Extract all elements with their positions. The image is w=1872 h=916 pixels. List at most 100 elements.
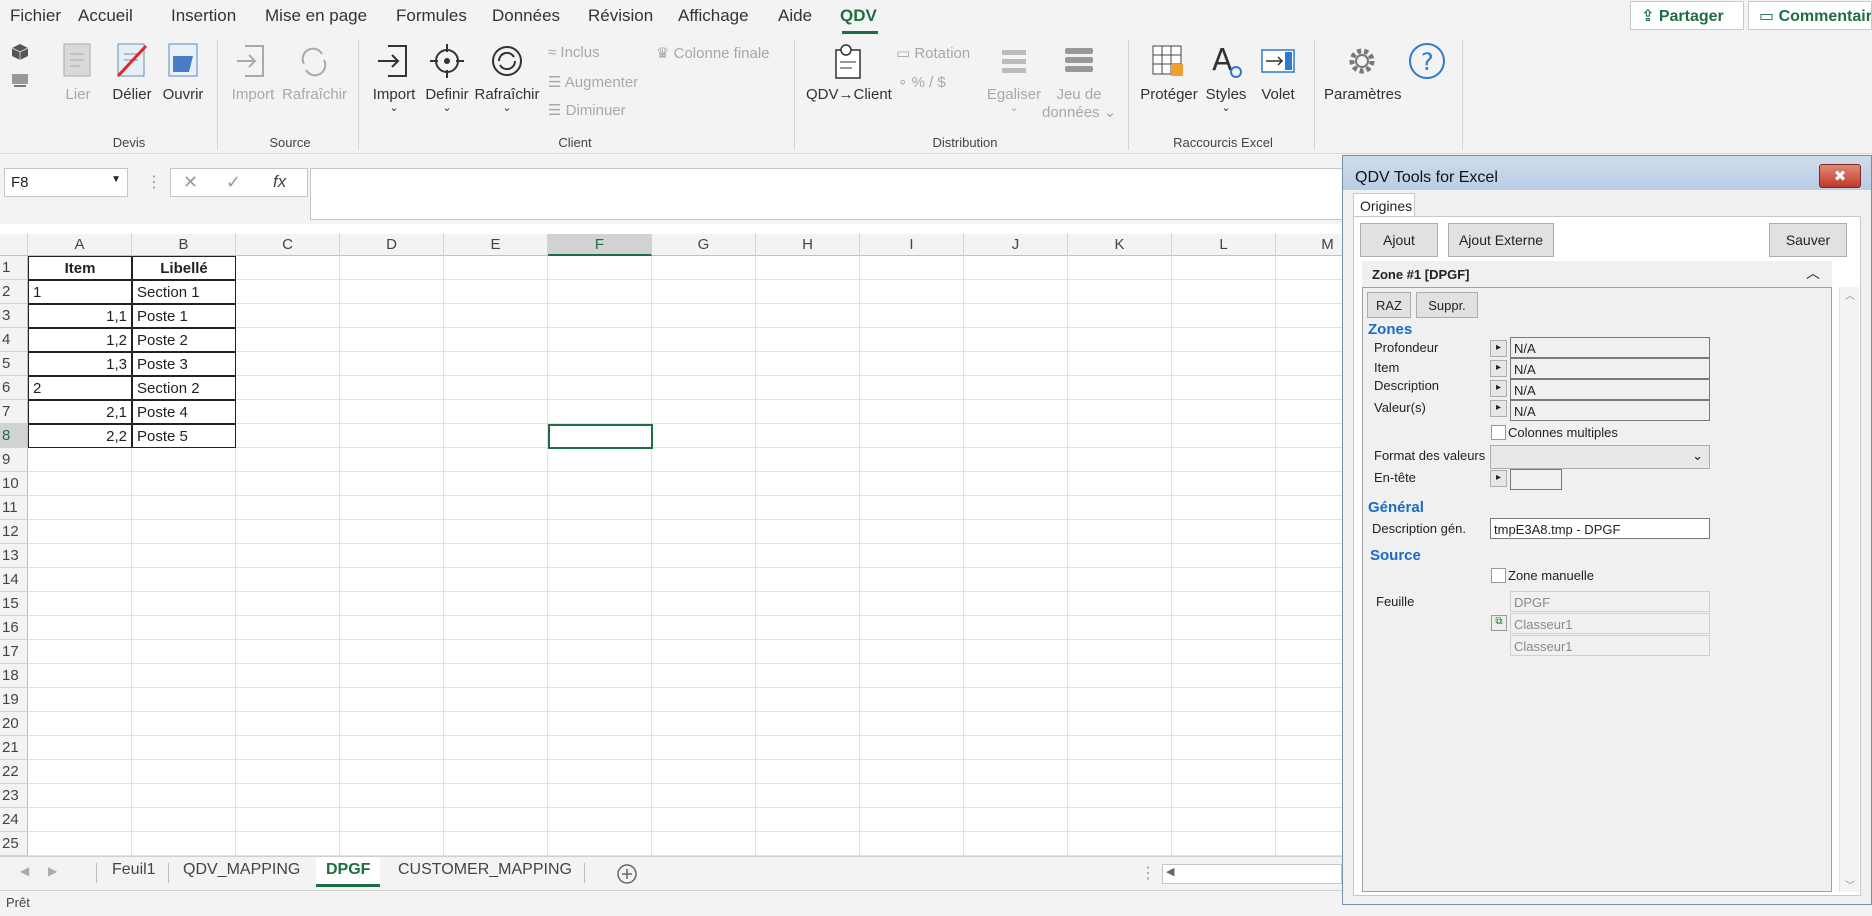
- grid-cell[interactable]: [1068, 568, 1172, 592]
- grid-cell[interactable]: [1276, 544, 1342, 568]
- description-field[interactable]: N/A: [1510, 379, 1710, 400]
- grid-cell[interactable]: [1068, 304, 1172, 328]
- table-cell[interactable]: Section 2: [132, 376, 236, 400]
- grid-cell[interactable]: [28, 664, 132, 688]
- grid-cell[interactable]: [860, 832, 964, 856]
- grid-cell[interactable]: [860, 544, 964, 568]
- grid-cell[interactable]: [652, 496, 756, 520]
- grid-cell[interactable]: [756, 256, 860, 280]
- grid-cell[interactable]: [548, 256, 652, 280]
- grid-cell[interactable]: [28, 448, 132, 472]
- grid-cell[interactable]: [1068, 400, 1172, 424]
- grid-cell[interactable]: [444, 808, 548, 832]
- grid-cell[interactable]: [340, 760, 444, 784]
- grid-cell[interactable]: [548, 664, 652, 688]
- grid-cell[interactable]: [1276, 280, 1342, 304]
- client-refresh-button[interactable]: Rafraîchir ⌄: [474, 42, 540, 114]
- sheet-tab-customer-mapping[interactable]: CUSTOMER_MAPPING: [398, 861, 572, 879]
- row-header[interactable]: 24: [0, 808, 28, 832]
- grid-cell[interactable]: [860, 472, 964, 496]
- grid-cell[interactable]: [652, 664, 756, 688]
- grid-cell[interactable]: [1172, 280, 1276, 304]
- column-header[interactable]: J: [964, 234, 1068, 256]
- grid-cell[interactable]: [964, 496, 1068, 520]
- grid-cell[interactable]: [964, 712, 1068, 736]
- column-header[interactable]: I: [860, 234, 964, 256]
- grid-cell[interactable]: [1276, 664, 1342, 688]
- grid-cell[interactable]: [860, 760, 964, 784]
- row-header[interactable]: 22: [0, 760, 28, 784]
- grid-cell[interactable]: [1172, 784, 1276, 808]
- grid-cell[interactable]: [132, 496, 236, 520]
- proteger-button[interactable]: Protéger: [1138, 42, 1200, 103]
- table-cell[interactable]: 1,3: [28, 352, 132, 376]
- grid-cell[interactable]: [444, 328, 548, 352]
- grid-cell[interactable]: [548, 568, 652, 592]
- grid-cell[interactable]: [340, 712, 444, 736]
- diminuer-button[interactable]: ☰ Diminuer: [548, 101, 626, 119]
- grid-cell[interactable]: [132, 784, 236, 808]
- grid-cell[interactable]: [444, 280, 548, 304]
- grid-cell[interactable]: [652, 304, 756, 328]
- collapse-icon[interactable]: ︿: [1806, 263, 1820, 283]
- grid-cell[interactable]: [444, 640, 548, 664]
- zone-header[interactable]: Zone #1 [DPGF] ︿: [1362, 261, 1832, 287]
- percent-button[interactable]: ∘ % / $: [898, 73, 946, 91]
- grid-cell[interactable]: [1068, 712, 1172, 736]
- tab-revision[interactable]: Révision: [588, 6, 653, 26]
- grid-cell[interactable]: [860, 712, 964, 736]
- table-cell[interactable]: Poste 5: [132, 424, 236, 448]
- grid-cell[interactable]: [964, 256, 1068, 280]
- column-header[interactable]: K: [1068, 234, 1172, 256]
- table-cell[interactable]: Poste 3: [132, 352, 236, 376]
- grid-cell[interactable]: [132, 520, 236, 544]
- grid-cell[interactable]: [1068, 496, 1172, 520]
- grid-cell[interactable]: [964, 736, 1068, 760]
- grid-cell[interactable]: [1068, 760, 1172, 784]
- tab-qdv[interactable]: QDV: [840, 6, 877, 26]
- grid-cell[interactable]: [28, 472, 132, 496]
- grid-cell[interactable]: [548, 328, 652, 352]
- grid-cell[interactable]: [236, 328, 340, 352]
- grid-cell[interactable]: [756, 688, 860, 712]
- row-header[interactable]: 4: [0, 328, 28, 352]
- grid-cell[interactable]: [340, 448, 444, 472]
- grid-cell[interactable]: [548, 352, 652, 376]
- source-refresh-button[interactable]: Rafraîchir: [282, 42, 347, 103]
- grid-cell[interactable]: [444, 400, 548, 424]
- suppr-button[interactable]: Suppr.: [1416, 292, 1478, 318]
- grid-cell[interactable]: [548, 472, 652, 496]
- tab-accueil[interactable]: Accueil: [78, 6, 133, 26]
- grid-cell[interactable]: [652, 568, 756, 592]
- grid-cell[interactable]: [1276, 472, 1342, 496]
- qdv-client-button[interactable]: QDV→Client: [806, 42, 892, 103]
- grid-cell[interactable]: [548, 688, 652, 712]
- row-header[interactable]: 17: [0, 640, 28, 664]
- cancel-icon[interactable]: ✕: [183, 172, 198, 193]
- grid-cell[interactable]: [340, 376, 444, 400]
- grid-cell[interactable]: [756, 376, 860, 400]
- row-header[interactable]: 1: [0, 256, 28, 280]
- column-header[interactable]: G: [652, 234, 756, 256]
- grid-cell[interactable]: [548, 616, 652, 640]
- grid-cell[interactable]: [1276, 400, 1342, 424]
- grid-cell[interactable]: [964, 568, 1068, 592]
- grid-cell[interactable]: [756, 448, 860, 472]
- grid-cell[interactable]: [1172, 664, 1276, 688]
- grid-cell[interactable]: [652, 448, 756, 472]
- grid-cell[interactable]: [132, 832, 236, 856]
- grid-cell[interactable]: [1172, 256, 1276, 280]
- grid-cell[interactable]: [756, 760, 860, 784]
- volet-button[interactable]: Volet: [1254, 42, 1302, 103]
- grid-cell[interactable]: [1172, 376, 1276, 400]
- prev-sheet-icon[interactable]: ◀: [20, 864, 29, 878]
- grid-cell[interactable]: [1068, 544, 1172, 568]
- grid-cell[interactable]: [1172, 760, 1276, 784]
- grid-cell[interactable]: [548, 400, 652, 424]
- raz-button[interactable]: RAZ: [1367, 292, 1411, 318]
- grid-cell[interactable]: [652, 592, 756, 616]
- grid-cell[interactable]: [236, 640, 340, 664]
- table-cell[interactable]: 2,2: [28, 424, 132, 448]
- grid-cell[interactable]: [340, 616, 444, 640]
- grid-cell[interactable]: [236, 376, 340, 400]
